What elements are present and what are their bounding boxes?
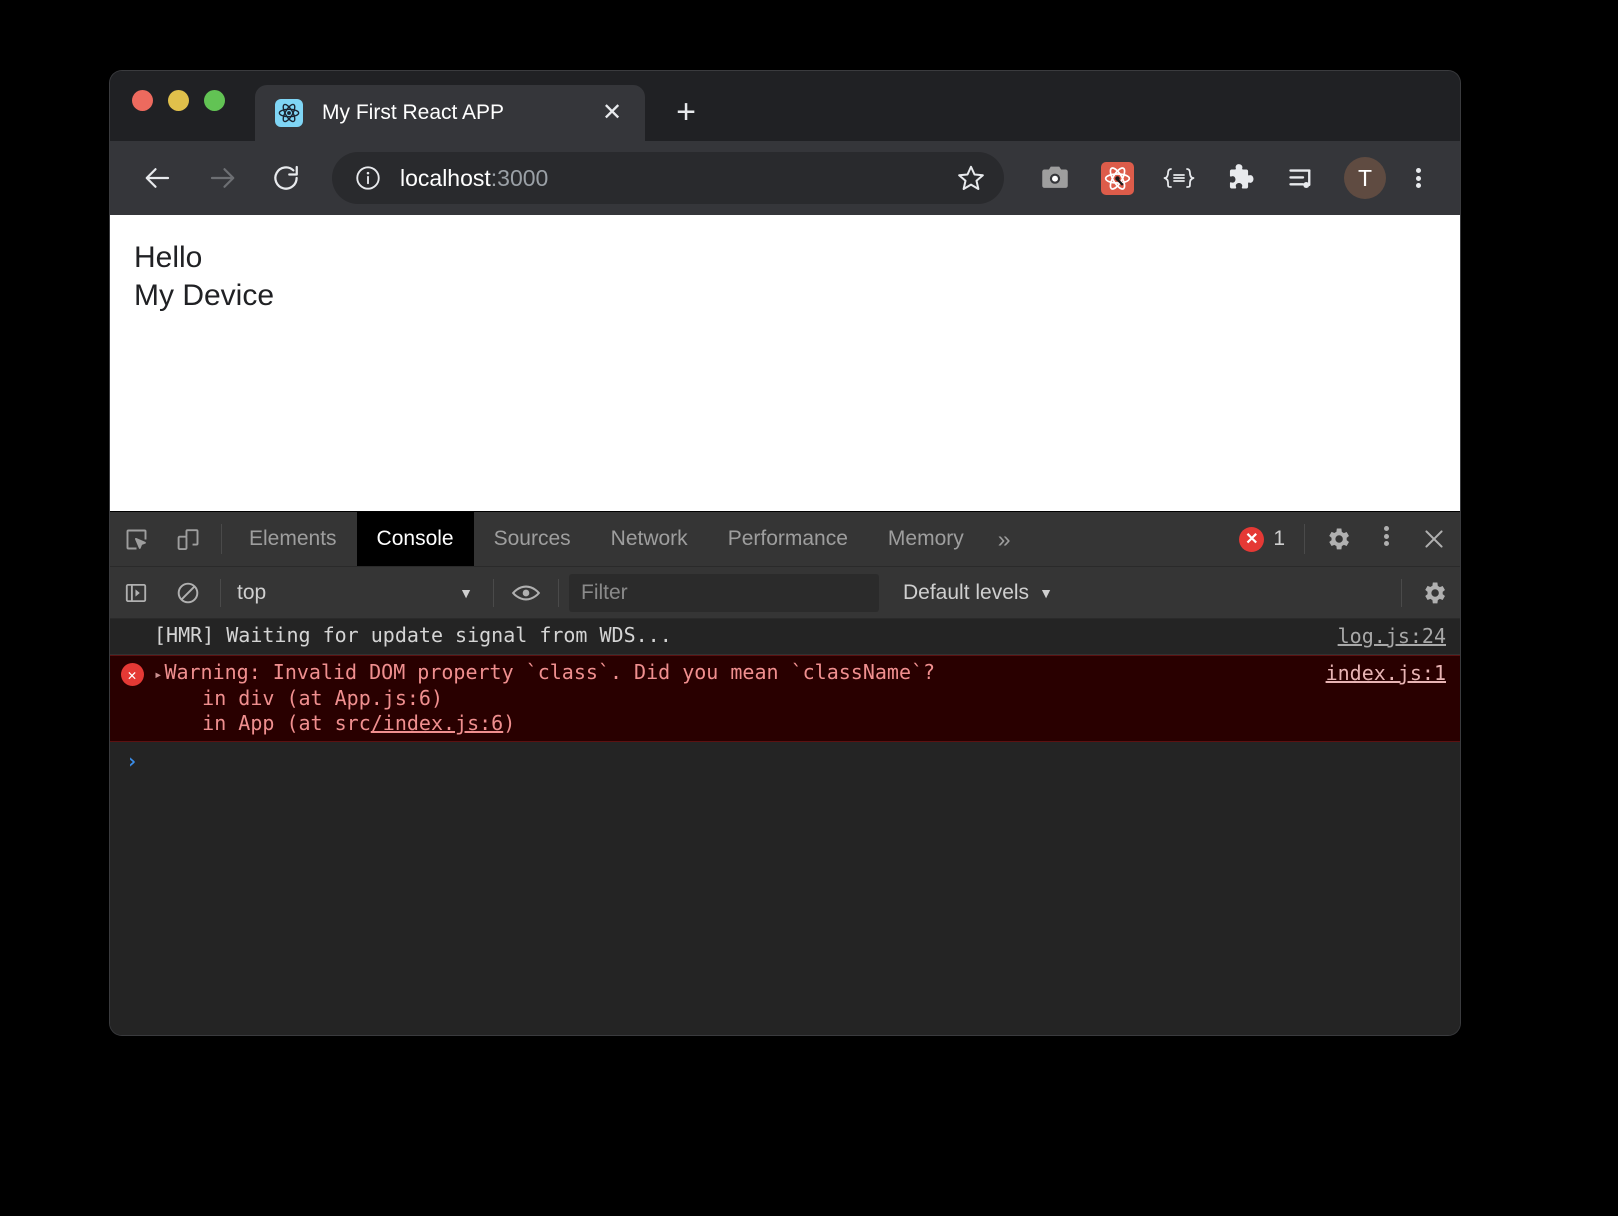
close-devtools-icon[interactable] xyxy=(1408,512,1460,566)
log-levels-select[interactable]: Default levels ▼ xyxy=(887,581,1069,605)
console-messages[interactable]: [HMR] Waiting for update signal from WDS… xyxy=(110,619,1460,1035)
window-controls xyxy=(132,71,255,141)
back-arrow-icon[interactable] xyxy=(134,154,182,202)
kebab-menu-icon[interactable] xyxy=(1396,154,1440,202)
gear-icon[interactable] xyxy=(1312,512,1364,566)
address-bar[interactable]: localhost:3000 xyxy=(332,152,1004,204)
extension-toolbar: T xyxy=(1024,150,1440,206)
filterbar-divider-1 xyxy=(220,578,221,607)
url-rest: :3000 xyxy=(490,164,549,191)
inspect-element-icon[interactable] xyxy=(110,512,162,566)
error-icon-small: ✕ xyxy=(120,663,144,686)
tab-network[interactable]: Network xyxy=(591,512,708,566)
devtools-panel: Elements Console Sources Network Perform… xyxy=(110,511,1460,1035)
devtools-tabbar: Elements Console Sources Network Perform… xyxy=(110,512,1460,567)
browser-window: My First React APP ✕ + localhost:3000 T … xyxy=(110,71,1460,1035)
error-line-1: Warning: Invalid DOM property `class`. D… xyxy=(164,660,936,684)
tab-performance[interactable]: Performance xyxy=(708,512,868,566)
tabbar-spacer xyxy=(1025,512,1228,566)
page-line-1: Hello xyxy=(134,241,203,274)
error-icon: ✕ xyxy=(1239,526,1265,552)
media-playlist-icon[interactable] xyxy=(1272,150,1334,206)
error-message-icon: ✕ xyxy=(110,660,154,686)
chevron-down-icon-levels: ▼ xyxy=(1039,584,1053,601)
toolbar-divider xyxy=(221,524,222,554)
error-line-3-suffix: ) xyxy=(503,711,516,736)
log-levels-value: Default levels xyxy=(903,580,1030,604)
execution-context-value: top xyxy=(237,580,267,604)
filterbar-divider-3 xyxy=(558,578,559,607)
filter-input[interactable]: Filter xyxy=(569,573,879,612)
eye-icon[interactable] xyxy=(500,567,552,619)
tab-elements[interactable]: Elements xyxy=(229,512,357,566)
maximize-window-button[interactable] xyxy=(204,89,225,111)
new-tab-button[interactable]: + xyxy=(663,89,709,135)
tab-strip: My First React APP ✕ + xyxy=(110,71,1460,141)
error-message-text: ▸ Warning: Invalid DOM property `class`. … xyxy=(154,660,1326,737)
navigation-toolbar: localhost:3000 T xyxy=(110,141,1460,215)
avatar-initial: T xyxy=(1344,157,1386,199)
browser-tab[interactable]: My First React APP ✕ xyxy=(255,85,645,141)
more-options-icon[interactable] xyxy=(1364,512,1408,560)
error-line-3-link[interactable]: /index.js:6 xyxy=(371,711,503,735)
message-source-link[interactable]: log.js:24 xyxy=(1338,623,1460,648)
url-text: localhost:3000 xyxy=(400,165,956,192)
page-line-2: My Device xyxy=(134,278,275,312)
minimize-window-button[interactable] xyxy=(168,89,189,111)
forward-arrow-icon[interactable] xyxy=(198,154,246,202)
message-gutter xyxy=(110,623,154,626)
page-viewport: Hello My Device xyxy=(110,215,1460,511)
filterbar-divider-4 xyxy=(1401,578,1402,607)
more-tabs-icon[interactable]: » xyxy=(984,512,1025,566)
react-icon xyxy=(275,99,303,127)
filterbar-divider-2 xyxy=(493,578,494,607)
error-line-3-prefix: in App (at src xyxy=(154,711,371,736)
prompt-chevron-icon: › xyxy=(125,748,139,773)
message-text: [HMR] Waiting for update signal from WDS… xyxy=(154,623,672,647)
expand-arrow-icon[interactable]: ▸ xyxy=(154,667,162,685)
clear-console-icon[interactable] xyxy=(162,567,214,619)
console-filter-toolbar: top ▼ Filter Default levels ▼ xyxy=(110,567,1460,619)
execution-context-select[interactable]: top ▼ xyxy=(227,581,487,605)
chevron-down-icon: ▼ xyxy=(459,584,473,601)
reload-icon[interactable] xyxy=(262,154,310,202)
tab-title: My First React APP xyxy=(322,101,505,124)
console-prompt[interactable]: › xyxy=(110,742,1460,773)
error-source-link[interactable]: index.js:1 xyxy=(1326,660,1460,685)
console-sidebar-icon[interactable] xyxy=(110,567,162,619)
close-tab-button[interactable]: ✕ xyxy=(597,98,627,128)
camera-icon[interactable] xyxy=(1024,150,1086,206)
url-host: localhost xyxy=(400,164,491,191)
avatar[interactable]: T xyxy=(1334,150,1396,206)
error-line-2: in div (at App.js:6) xyxy=(154,685,443,710)
tab-console[interactable]: Console xyxy=(356,512,474,566)
close-window-button[interactable] xyxy=(132,89,153,111)
error-count-badge[interactable]: ✕ 1 xyxy=(1227,512,1297,566)
badge-divider xyxy=(1304,524,1305,554)
tab-sources[interactable]: Sources xyxy=(474,512,591,566)
react-devtools-icon[interactable] xyxy=(1086,150,1148,206)
console-settings-icon[interactable] xyxy=(1408,567,1460,619)
star-icon[interactable] xyxy=(956,163,986,193)
device-toolbar-icon[interactable] xyxy=(162,512,214,566)
console-message-info[interactable]: [HMR] Waiting for update signal from WDS… xyxy=(110,619,1460,655)
puzzle-icon[interactable] xyxy=(1210,150,1272,206)
info-icon[interactable] xyxy=(354,164,382,192)
console-message-error[interactable]: ✕ ▸ Warning: Invalid DOM property `class`… xyxy=(110,655,1460,742)
tab-memory[interactable]: Memory xyxy=(868,512,984,566)
error-count: 1 xyxy=(1273,527,1285,550)
json-viewer-icon[interactable] xyxy=(1148,150,1210,206)
